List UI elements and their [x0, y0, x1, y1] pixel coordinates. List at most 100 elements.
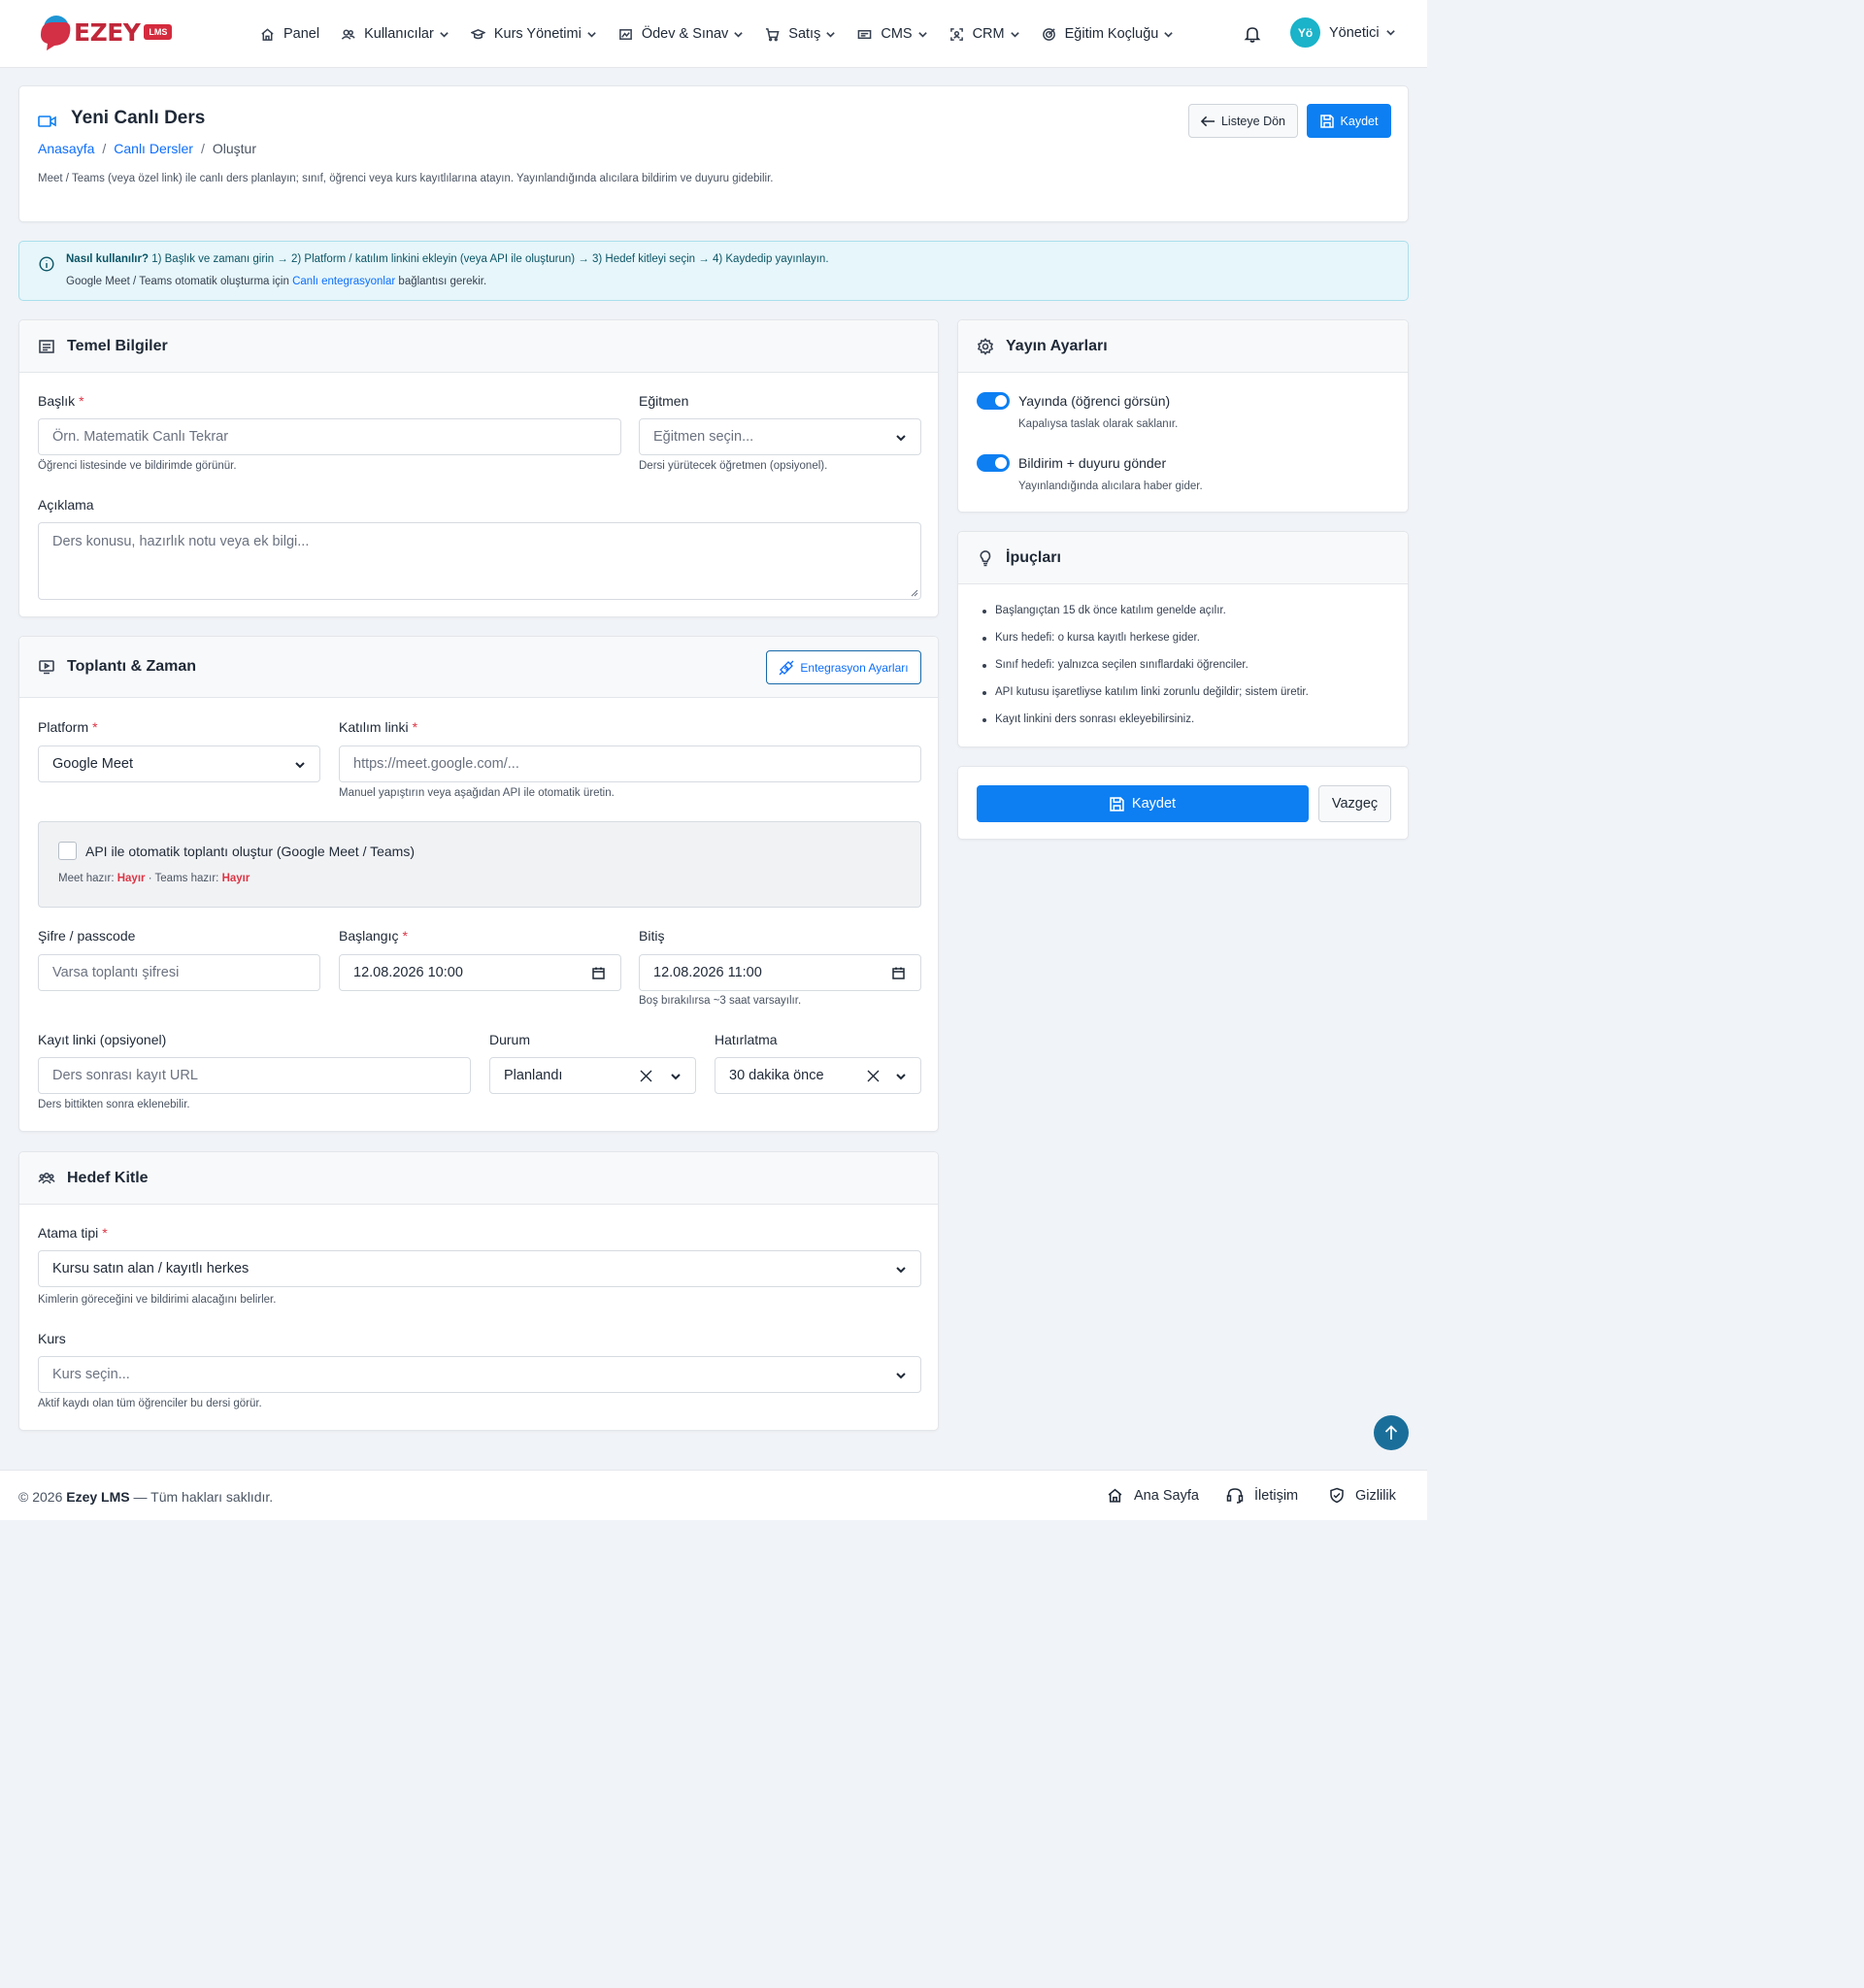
page-header-card: Yeni Canlı Ders Anasayfa / Canlı Dersler… [18, 85, 1409, 222]
record-link-help: Ders bittikten sonra eklenebilir. [38, 1099, 190, 1110]
cms-icon [858, 29, 872, 39]
integration-settings-button[interactable]: Entegrasyon Ayarları [766, 650, 921, 684]
api-checkbox[interactable] [58, 842, 77, 860]
description-textarea[interactable]: Ders konusu, hazırlık notu veya ek bilgi… [38, 522, 921, 600]
assignment-type-select[interactable]: Kursu satın alan / kayıtlı herkes [38, 1250, 921, 1287]
copyright: © 2026 Ezey LMS — Tüm hakları saklıdır. [18, 1489, 273, 1505]
nav-label: Kurs Yönetimi [493, 26, 582, 42]
publish-toggle[interactable] [977, 392, 1010, 410]
scroll-to-top-button[interactable] [1374, 1415, 1409, 1450]
chevron-down-icon [896, 435, 906, 442]
end-label: Bitiş [639, 928, 665, 944]
nav-cms[interactable]: CMS [857, 26, 927, 42]
info-text-b: bağlantısı gerekir. [398, 276, 487, 287]
breadcrumb-live-lessons[interactable]: Canlı Dersler [114, 141, 193, 156]
nav-coaching[interactable]: Eğitim Koçluğu [1042, 26, 1175, 42]
chevron-down-icon [917, 31, 927, 38]
breadcrumb-separator: / [200, 141, 205, 156]
footer-rights: — Tüm hakları saklıdır. [133, 1489, 274, 1505]
clear-icon[interactable] [640, 1070, 652, 1082]
home-icon [1108, 1488, 1122, 1503]
card-title: Yayın Ayarları [1006, 337, 1108, 354]
nav-label: Kullanıcılar [364, 26, 434, 42]
footer-link-home[interactable]: Ana Sayfa [1107, 1487, 1199, 1504]
instructor-select[interactable]: Eğitmen seçin... [639, 418, 921, 455]
status-select[interactable]: Planlandı [489, 1057, 696, 1094]
join-link-input[interactable]: https://meet.google.com/... [339, 746, 921, 782]
footer-link-label: İletişim [1254, 1487, 1299, 1504]
card-title: Temel Bilgiler [67, 337, 168, 354]
description-label: Açıklama [38, 497, 94, 513]
clear-icon[interactable] [867, 1070, 880, 1082]
reminder-select[interactable]: 30 dakika önce [715, 1057, 921, 1094]
nav-label: CRM [972, 26, 1005, 42]
nav-sales[interactable]: Satış [765, 26, 836, 42]
cancel-button[interactable]: Vazgeç [1318, 785, 1391, 822]
user-name: Yönetici [1329, 24, 1380, 41]
start-datetime-input[interactable]: 12.08.2026 10:00 [339, 954, 621, 991]
publish-help: Kapalıysa taslak olarak saklanır. [1018, 418, 1179, 430]
info-alert: Nasıl kullanılır? 1) Başlık ve zamanı gi… [18, 241, 1409, 301]
arrow-up-icon [1384, 1425, 1398, 1440]
record-link-input[interactable]: Ders sonrası kayıt URL [38, 1057, 471, 1094]
calendar-icon[interactable] [592, 967, 605, 979]
course-select[interactable]: Kurs seçin... [38, 1356, 921, 1393]
nav-label: CMS [881, 26, 913, 42]
bell-icon[interactable] [1243, 24, 1262, 44]
nav-panel[interactable]: Panel [260, 26, 319, 42]
copyright-year: © 2026 [18, 1489, 63, 1505]
save-icon [1110, 796, 1124, 812]
join-link-label: Katılım linki * [339, 719, 418, 735]
instructor-placeholder: Eğitmen seçin... [653, 429, 754, 445]
back-to-list-button[interactable]: Listeye Dön [1188, 104, 1298, 138]
card-header: Yayın Ayarları [958, 320, 1408, 373]
start-label: Başlangıç * [339, 928, 408, 944]
title-help: Öğrenci listesinde ve bildirimde görünür… [38, 460, 237, 472]
chevron-down-icon [1010, 31, 1019, 38]
user-menu[interactable]: Yö Yönetici [1290, 17, 1396, 48]
nav-label: Ödev & Sınav [641, 26, 729, 42]
meeting-time-card: Toplantı & Zaman Entegrasyon Ayarları Pl… [18, 636, 939, 1132]
header-save-button[interactable]: Kaydet [1307, 104, 1391, 138]
save-label: Kaydet [1340, 114, 1379, 128]
chevron-down-icon [896, 1373, 906, 1379]
chevron-down-icon [587, 31, 596, 38]
title-input[interactable]: Örn. Matematik Canlı Tekrar [38, 418, 621, 455]
info-text-a: Google Meet / Teams otomatik oluşturma i… [66, 276, 289, 287]
brand-badge: LMS [144, 24, 173, 40]
api-box: API ile otomatik toplantı oluştur (Googl… [38, 821, 921, 908]
passcode-input[interactable]: Varsa toplantı şifresi [38, 954, 320, 991]
cancel-label: Vazgeç [1331, 796, 1379, 812]
end-value: 12.08.2026 11:00 [653, 965, 762, 980]
footer-link-privacy[interactable]: Gizlilik [1329, 1487, 1396, 1504]
platform-select[interactable]: Google Meet [38, 746, 320, 782]
assignment-type-label: Atama tipi * [38, 1225, 108, 1241]
nav-crm[interactable]: CRM [949, 26, 1020, 42]
breadcrumb-current: Oluştur [212, 141, 256, 156]
tip-item: Sınıf hedefi: yalnızca seçilen sınıflard… [982, 659, 1248, 671]
footer-link-contact[interactable]: İletişim [1226, 1487, 1298, 1504]
end-datetime-input[interactable]: 12.08.2026 11:00 [639, 954, 921, 991]
home-icon [261, 27, 274, 41]
info-line-2: Google Meet / Teams otomatik oluşturma i… [66, 276, 486, 287]
calendar-icon[interactable] [892, 967, 905, 979]
live-integrations-link[interactable]: Canlı entegrasyonlar [292, 276, 395, 287]
info-prefix: Nasıl kullanılır? [66, 253, 149, 265]
nav-course-management[interactable]: Kurs Yönetimi [470, 26, 597, 42]
graduation-cap-icon [470, 28, 485, 39]
nav-users[interactable]: Kullanıcılar [341, 26, 449, 42]
brand-name: EZEY [74, 17, 141, 47]
save-button[interactable]: Kaydet [977, 785, 1309, 822]
nav-assignment-exam[interactable]: Ödev & Sınav [618, 26, 744, 42]
target-audience-card: Hedef Kitle Atama tipi * Kursu satın alan… [18, 1151, 939, 1431]
brand-logo[interactable]: EZEY LMS [37, 14, 173, 50]
resize-handle-icon[interactable] [911, 589, 918, 597]
notify-toggle[interactable] [977, 454, 1010, 472]
back-label: Listeye Dön [1220, 114, 1285, 128]
join-link-help: Manuel yapıştırın veya aşağıdan API ile … [339, 787, 615, 799]
top-navbar: EZEY LMS Panel Kullanıcılar Kurs Yönetim… [0, 0, 1427, 68]
api-checkbox-label: API ile otomatik toplantı oluştur (Googl… [85, 844, 416, 859]
save-label: Kaydet [1131, 796, 1177, 812]
headset-icon [1226, 1488, 1244, 1504]
breadcrumb-home[interactable]: Anasayfa [38, 141, 94, 156]
